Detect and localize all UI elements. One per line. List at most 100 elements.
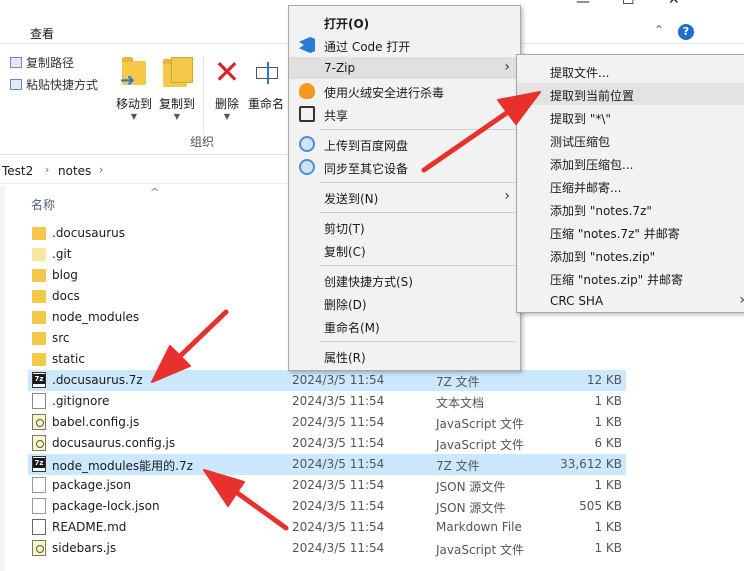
- file-name: .git: [52, 247, 72, 261]
- delete-button[interactable]: ✕ 删除 ▼: [210, 55, 244, 121]
- file-date: 2024/3/5 11:54: [292, 478, 385, 492]
- file-row[interactable]: node_modules能用的.7z 2024/3/5 11:54 7Z 文件 33,…: [28, 454, 626, 475]
- breadcrumb-item-test2[interactable]: Test2: [2, 164, 33, 178]
- paste-shortcut-button[interactable]: 粘贴快捷方式: [10, 76, 98, 93]
- folder-icon: [32, 332, 46, 345]
- submenu-item-extract-here[interactable]: 提取到当前位置: [517, 83, 744, 105]
- chevron-right-icon: ›: [504, 59, 510, 75]
- file-row[interactable]: .gitignore 2024/3/5 11:54 文本文档 1 KB: [28, 391, 626, 412]
- folder-icon: [32, 290, 46, 303]
- submenu-item-add-to-archive[interactable]: 添加到压缩包...: [517, 152, 744, 174]
- baidu-netdisk-icon: [299, 136, 315, 152]
- file-name: .docusaurus.7z: [52, 373, 143, 387]
- file-date: 2024/3/5 11:54: [292, 373, 385, 387]
- file-row[interactable]: package.json 2024/3/5 11:54 JSON 源文件 1 KB: [28, 475, 626, 496]
- copy-to-icon: [161, 55, 193, 89]
- move-to-button[interactable]: ➜ 移动到 ▼: [114, 55, 154, 121]
- paste-shortcut-icon: [10, 79, 22, 90]
- file-name: .docusaurus: [52, 226, 125, 240]
- submenu-item-crc-sha[interactable]: CRC SHA ›: [517, 290, 744, 312]
- markdown-file-icon: [32, 519, 46, 535]
- file-row[interactable]: README.md 2024/3/5 11:54 Markdown File 1 KB: [28, 517, 626, 538]
- menu-item-open[interactable]: 打开(O): [289, 11, 520, 33]
- chevron-right-icon: ›: [739, 292, 744, 308]
- menu-item-properties[interactable]: 属性(R): [289, 345, 520, 367]
- submenu-item-add-to-notes-7z[interactable]: 添加到 "notes.7z": [517, 198, 744, 220]
- menu-item-delete[interactable]: 删除(D): [289, 292, 520, 314]
- maximize-icon[interactable]: ☐: [622, 0, 635, 8]
- column-header-name[interactable]: 名称: [31, 196, 55, 213]
- file-name: sidebars.js: [52, 541, 117, 555]
- menu-separator: [319, 265, 515, 266]
- chevron-right-icon: ›: [504, 188, 510, 204]
- file-row[interactable]: .docusaurus.7z 2024/3/5 11:54 7Z 文件 12 KB: [28, 370, 626, 391]
- folder-icon: [32, 227, 46, 240]
- file-type: 7Z 文件: [436, 459, 480, 473]
- text-file-icon: [32, 393, 46, 409]
- delete-x-icon: ✕: [213, 53, 241, 91]
- file-size: 6 KB: [594, 436, 622, 450]
- file-row[interactable]: sidebars.js 2024/3/5 11:54 JavaScript 文件 1 …: [28, 538, 626, 559]
- baidu-sync-icon: [299, 159, 315, 175]
- minimize-icon[interactable]: —: [576, 0, 590, 10]
- file-size: 505 KB: [579, 499, 622, 513]
- file-name: src: [52, 331, 70, 345]
- submenu-item-compress-email[interactable]: 压缩并邮寄...: [517, 175, 744, 197]
- menu-item-upload-baidu[interactable]: 上传到百度网盘: [289, 133, 520, 155]
- chevron-right-icon[interactable]: ›: [45, 163, 49, 176]
- menu-item-antivirus[interactable]: 使用火绒安全进行杀毒: [289, 80, 520, 102]
- menu-item-cut[interactable]: 剪切(T): [289, 216, 520, 238]
- file-name: blog: [52, 268, 78, 282]
- help-icon[interactable]: ?: [678, 24, 694, 40]
- file-name: README.md: [52, 520, 127, 534]
- caret-down-icon: ▼: [130, 112, 138, 121]
- submenu-item-test-archive[interactable]: 测试压缩包: [517, 129, 744, 151]
- js-file-icon: [32, 414, 46, 430]
- submenu-item-extract-to-folder[interactable]: 提取到 "*\": [517, 106, 744, 128]
- json-file-icon: [32, 498, 46, 514]
- file-type: JavaScript 文件: [436, 417, 524, 431]
- folder-icon: [32, 311, 46, 324]
- menu-item-open-with-code[interactable]: 通过 Code 打开: [289, 34, 520, 56]
- navigation-pane-edge: [0, 186, 5, 571]
- breadcrumb-item-notes[interactable]: notes: [58, 164, 91, 178]
- caret-down-icon: ▼: [223, 112, 231, 121]
- file-type: JavaScript 文件: [436, 438, 524, 452]
- file-type: Markdown File: [436, 520, 522, 534]
- file-date: 2024/3/5 11:54: [292, 436, 385, 450]
- chevron-up-icon[interactable]: ⌃: [654, 23, 664, 37]
- ribbon-group-label: 组织: [190, 135, 215, 149]
- file-date: 2024/3/5 11:54: [292, 457, 385, 471]
- menu-item-7zip[interactable]: 7-Zip ›: [289, 57, 520, 79]
- submenu-item-add-to-notes-zip[interactable]: 添加到 "notes.zip": [517, 244, 744, 266]
- rename-icon: [252, 55, 284, 89]
- file-row[interactable]: package-lock.json 2024/3/5 11:54 JSON 源文件 5…: [28, 496, 626, 517]
- menu-item-rename[interactable]: 重命名(M): [289, 315, 520, 337]
- menu-item-share[interactable]: 共享: [289, 103, 520, 125]
- tab-view[interactable]: 查看: [30, 25, 54, 42]
- submenu-item-compress-notes-7z-email[interactable]: 压缩 "notes.7z" 并邮寄: [517, 221, 744, 243]
- caret-down-icon: ▼: [173, 112, 181, 121]
- menu-item-sync-devices[interactable]: 同步至其它设备: [289, 156, 520, 178]
- file-name: node_modules能用的.7z: [52, 459, 193, 473]
- file-row[interactable]: docusaurus.config.js 2024/3/5 11:54 JavaSc…: [28, 433, 626, 454]
- folder-light-icon: [32, 248, 46, 261]
- rename-button[interactable]: 重命名: [248, 55, 288, 112]
- file-name: docs: [52, 289, 80, 303]
- submenu-item-extract-files[interactable]: 提取文件...: [517, 60, 744, 82]
- close-icon[interactable]: ✕: [668, 0, 680, 8]
- file-date: 2024/3/5 11:54: [292, 520, 385, 534]
- copy-to-button[interactable]: 复制到 ▼: [157, 55, 197, 121]
- menu-item-copy[interactable]: 复制(C): [289, 239, 520, 261]
- menu-item-create-shortcut[interactable]: 创建快捷方式(S): [289, 269, 520, 291]
- folder-icon: [32, 269, 46, 282]
- file-row[interactable]: babel.config.js 2024/3/5 11:54 JavaScript …: [28, 412, 626, 433]
- file-name: package-lock.json: [52, 499, 160, 513]
- submenu-item-compress-notes-zip-email[interactable]: 压缩 "notes.zip" 并邮寄: [517, 267, 744, 289]
- copy-path-button[interactable]: 复制路径: [10, 54, 74, 71]
- file-date: 2024/3/5 11:54: [292, 499, 385, 513]
- chevron-right-icon[interactable]: ›: [99, 163, 103, 176]
- menu-separator: [319, 341, 515, 342]
- copy-path-icon: [10, 57, 22, 68]
- menu-item-send-to[interactable]: 发送到(N) ›: [289, 186, 520, 208]
